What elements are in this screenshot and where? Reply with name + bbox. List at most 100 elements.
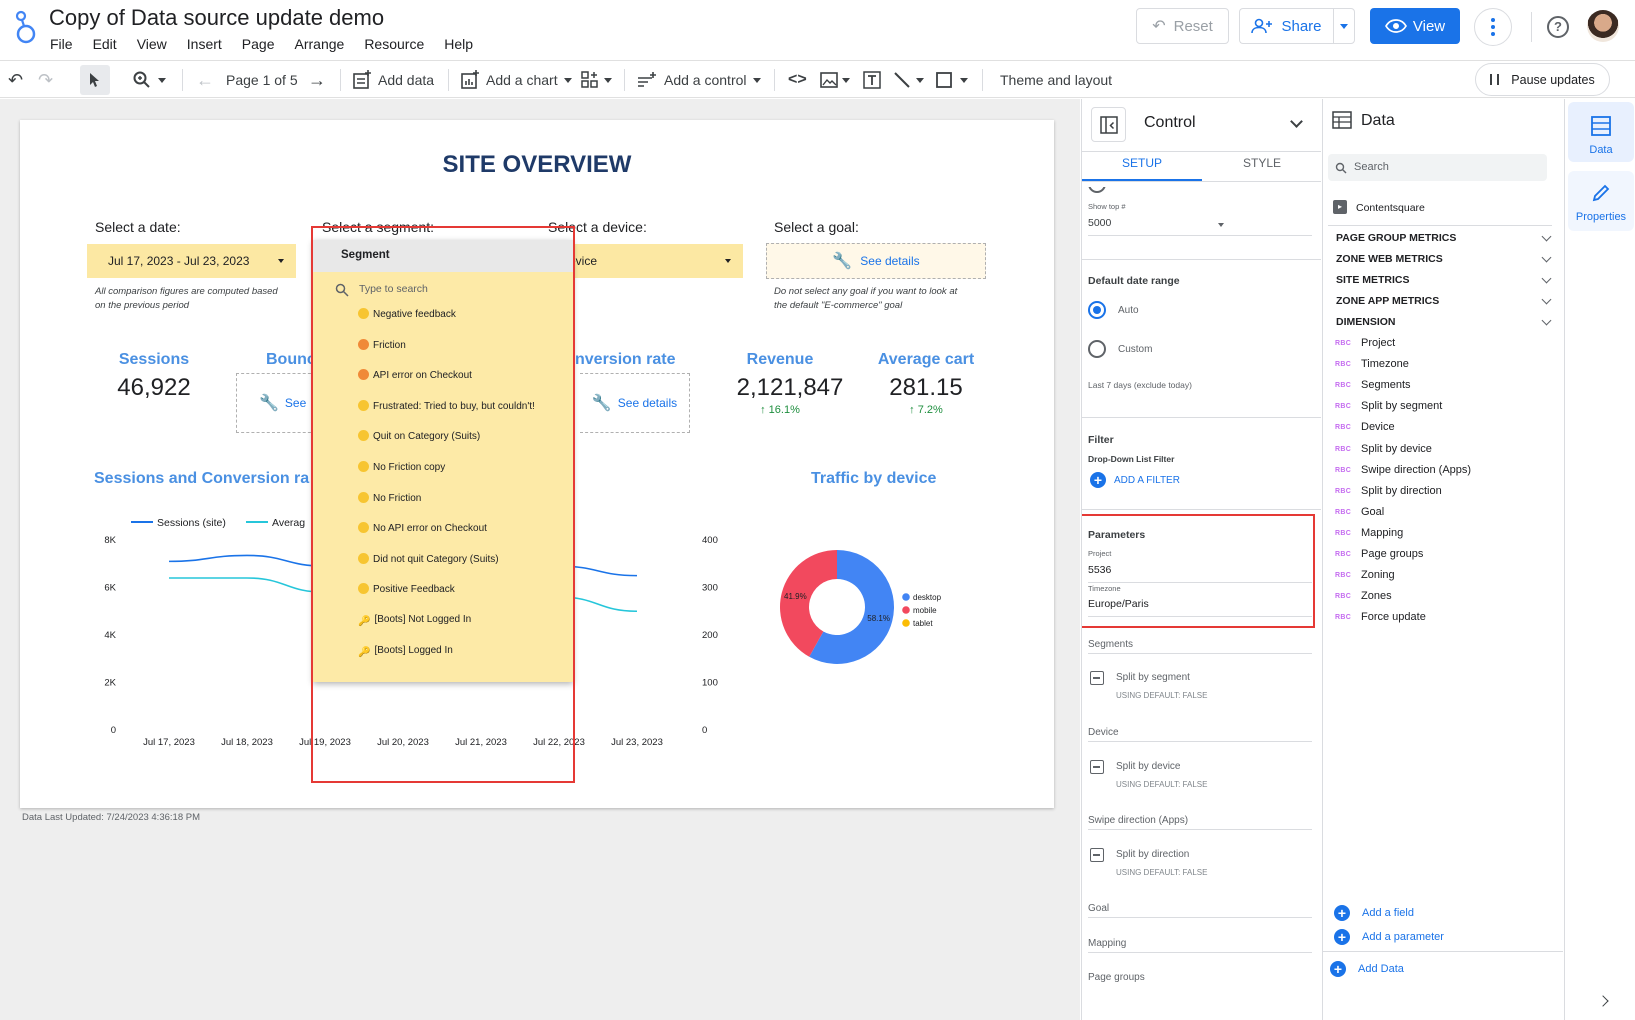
select-tool-icon[interactable]: [80, 65, 110, 95]
image-icon[interactable]: [820, 61, 850, 99]
dimension-field[interactable]: Project: [1361, 337, 1395, 349]
dimension-field[interactable]: Device: [1361, 421, 1395, 433]
add-data-link[interactable]: Add Data: [1358, 963, 1404, 975]
dimension-field[interactable]: Segments: [1361, 379, 1411, 391]
kpi-revenue-delta: ↑ 16.1%: [760, 404, 800, 416]
add-chart-button[interactable]: Add a chart: [460, 61, 572, 99]
date-range-control[interactable]: Jul 17, 2023 - Jul 23, 2023: [87, 244, 296, 278]
dimension-field[interactable]: Mapping: [1361, 527, 1403, 539]
data-source-name[interactable]: Contentsquare: [1356, 202, 1425, 214]
report-title[interactable]: SITE OVERVIEW: [20, 151, 1054, 179]
menu-page[interactable]: Page: [242, 36, 275, 52]
shape-icon[interactable]: [934, 61, 968, 99]
pie-chart[interactable]: 58.1% 41.9% desktop mobile tablet: [780, 550, 1000, 690]
table-icon: [1591, 116, 1611, 136]
split-direction-label: Split by direction: [1116, 849, 1190, 860]
metric-group-header[interactable]: ZONE APP METRICS: [1336, 295, 1439, 307]
dimension-field[interactable]: Goal: [1361, 506, 1384, 518]
dimension-field[interactable]: Split by segment: [1361, 400, 1442, 412]
chevron-right-icon[interactable]: [1597, 995, 1609, 1007]
rail-data-tab[interactable]: Data: [1568, 102, 1634, 162]
auto-radio[interactable]: [1088, 301, 1106, 319]
chevron-down-icon[interactable]: [1541, 231, 1552, 242]
add-parameter-icon[interactable]: +: [1334, 929, 1350, 945]
divider: [982, 69, 983, 91]
chevron-down-icon[interactable]: [1541, 315, 1552, 326]
view-button[interactable]: View: [1370, 8, 1460, 44]
last-7-days-text: Last 7 days (exclude today): [1088, 380, 1192, 390]
dimension-field[interactable]: Swipe direction (Apps): [1361, 464, 1471, 476]
add-control-icon: [638, 72, 656, 87]
add-field-icon[interactable]: +: [1334, 905, 1350, 921]
split-device-checkbox[interactable]: [1090, 760, 1104, 774]
split-direction-checkbox[interactable]: [1090, 848, 1104, 862]
text-box-icon[interactable]: [862, 61, 882, 99]
dimension-field[interactable]: Zoning: [1361, 569, 1395, 581]
add-parameter-button[interactable]: Add a parameter: [1362, 931, 1444, 943]
split-segment-checkbox[interactable]: [1090, 671, 1104, 685]
dimension-field[interactable]: Timezone: [1361, 358, 1409, 370]
metric-group-header[interactable]: DIMENSION: [1336, 316, 1396, 328]
share-menu-button[interactable]: [1333, 8, 1355, 44]
prev-page-icon[interactable]: ←: [196, 61, 214, 99]
more-options-icon[interactable]: [1474, 8, 1512, 46]
add-filter-icon[interactable]: +: [1090, 472, 1106, 488]
legend-swatch: [902, 593, 910, 601]
metric-group-header[interactable]: SITE METRICS: [1336, 274, 1410, 286]
add-filter-button[interactable]: ADD A FILTER: [1114, 475, 1180, 486]
pause-updates-button[interactable]: Pause updates: [1475, 63, 1610, 96]
chevron-down-icon[interactable]: [1541, 294, 1552, 305]
add-data-icon[interactable]: +: [1330, 961, 1346, 977]
line-tool-icon[interactable]: [892, 61, 924, 99]
theme-and-layout-button[interactable]: Theme and layout: [1000, 61, 1112, 99]
line-chart-title: Sessions and Conversion ra: [94, 470, 310, 487]
dimension-field[interactable]: Split by direction: [1361, 485, 1442, 497]
caret-down-icon[interactable]: [1218, 223, 1224, 227]
dimension-field[interactable]: Page groups: [1361, 548, 1423, 560]
chevron-down-icon[interactable]: [1541, 252, 1552, 263]
dimension-field[interactable]: Zones: [1361, 590, 1392, 602]
conversion-see-details[interactable]: 🔧 See details: [580, 373, 690, 433]
show-top-input[interactable]: 5000: [1088, 217, 1111, 229]
menu-resource[interactable]: Resource: [364, 36, 424, 52]
add-data-button[interactable]: Add data: [352, 61, 434, 99]
rail-properties-tab[interactable]: Properties: [1568, 171, 1634, 231]
menu-view[interactable]: View: [137, 36, 167, 52]
divider: [1082, 417, 1321, 418]
help-icon[interactable]: ?: [1547, 16, 1569, 38]
looker-studio-logo-icon[interactable]: [12, 10, 40, 46]
menu-help[interactable]: Help: [444, 36, 473, 52]
community-viz-button[interactable]: [580, 61, 612, 99]
menu-insert[interactable]: Insert: [187, 36, 222, 52]
goal-see-details[interactable]: 🔧 See details: [766, 243, 986, 279]
zoom-icon[interactable]: [132, 61, 166, 99]
add-field-button[interactable]: Add a field: [1362, 907, 1414, 919]
share-button[interactable]: Share: [1239, 8, 1333, 44]
embed-url-icon[interactable]: <>: [788, 61, 807, 99]
partial-radio[interactable]: [1088, 187, 1106, 193]
caret-down-icon: [916, 77, 924, 83]
avatar[interactable]: [1587, 10, 1619, 42]
next-page-icon[interactable]: →: [308, 61, 326, 99]
bounce-see-details[interactable]: 🔧 See: [236, 373, 316, 433]
redo-icon[interactable]: ↷: [38, 61, 53, 99]
custom-label: Custom: [1118, 344, 1153, 355]
tab-setup[interactable]: SETUP: [1082, 156, 1202, 170]
control-type-icon[interactable]: [1091, 107, 1126, 142]
data-last-updated: Data Last Updated: 7/24/2023 4:36:18 PM: [22, 812, 200, 823]
add-control-button[interactable]: Add a control: [636, 61, 761, 99]
chevron-down-icon[interactable]: [1290, 115, 1303, 128]
custom-radio[interactable]: [1088, 340, 1106, 358]
metric-group-header[interactable]: PAGE GROUP METRICS: [1336, 232, 1456, 244]
dimension-field[interactable]: Force update: [1361, 611, 1426, 623]
dimension-field[interactable]: Split by device: [1361, 443, 1432, 455]
document-title[interactable]: Copy of Data source update demo: [49, 5, 384, 31]
metric-group-header[interactable]: ZONE WEB METRICS: [1336, 253, 1443, 265]
chevron-down-icon[interactable]: [1541, 273, 1552, 284]
menu-arrange[interactable]: Arrange: [295, 36, 345, 52]
undo-icon[interactable]: ↶: [8, 61, 23, 99]
menu-edit[interactable]: Edit: [93, 36, 117, 52]
reset-button[interactable]: ↶ Reset: [1136, 8, 1229, 44]
menu-file[interactable]: File: [50, 36, 73, 52]
tab-style[interactable]: STYLE: [1202, 156, 1321, 170]
